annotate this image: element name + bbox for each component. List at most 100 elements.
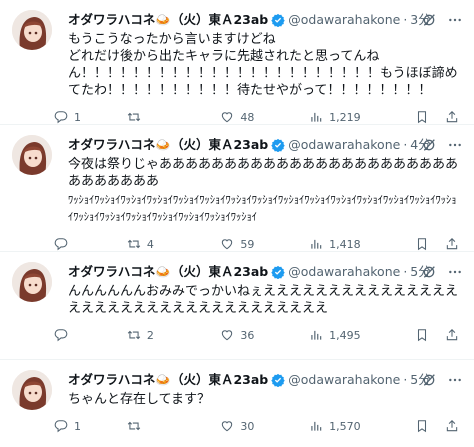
views-button[interactable]: 1,570 bbox=[309, 419, 402, 433]
like-count: 36 bbox=[240, 328, 255, 342]
grok-icon[interactable] bbox=[420, 263, 438, 281]
more-icon[interactable] bbox=[446, 136, 464, 154]
like-button[interactable]: 59 bbox=[220, 237, 309, 251]
like-icon bbox=[220, 419, 234, 433]
avatar[interactable] bbox=[12, 262, 52, 302]
bookmark-button[interactable] bbox=[415, 110, 434, 124]
share-button[interactable] bbox=[445, 110, 464, 124]
retweet-button[interactable]: 2 bbox=[127, 328, 220, 342]
reply-icon bbox=[54, 237, 68, 251]
more-icon[interactable] bbox=[446, 371, 464, 389]
bookmark-icon bbox=[415, 110, 429, 124]
more-icon[interactable] bbox=[446, 11, 464, 29]
retweet-icon bbox=[127, 328, 141, 342]
retweet-count: 4 bbox=[146, 237, 154, 251]
views-button[interactable]: 1,219 bbox=[309, 110, 402, 124]
views-button[interactable]: 1,495 bbox=[309, 328, 402, 342]
bookmark-icon bbox=[415, 419, 429, 433]
tweet-text: ちゃんと存在してます？ bbox=[68, 392, 210, 407]
tweet-header: オダワラハコネ 🍛 （火）東Ａ23ab @odawarahakone · 3分 bbox=[68, 11, 464, 29]
reply-button[interactable] bbox=[54, 328, 127, 342]
tweet-text: 今夜は祭りじゃああああああああああああああああああああああああああああああ bbox=[68, 157, 459, 189]
like-button[interactable]: 30 bbox=[220, 419, 309, 433]
retweet-button[interactable] bbox=[127, 110, 220, 124]
share-icon bbox=[445, 419, 459, 433]
tweet-header: オダワラハコネ 🍛 （火）東Ａ23ab @odawarahakone · 5分 bbox=[68, 263, 464, 281]
views-icon bbox=[309, 328, 323, 342]
tweet-header: オダワラハコネ 🍛 （火）東Ａ23ab @odawarahakone · 5分 bbox=[68, 371, 464, 389]
avatar[interactable] bbox=[12, 370, 52, 410]
share-button[interactable] bbox=[445, 328, 464, 342]
like-count: 30 bbox=[240, 419, 255, 433]
separator-dot: · bbox=[403, 372, 408, 387]
views-button[interactable]: 1,418 bbox=[309, 237, 402, 251]
avatar[interactable] bbox=[12, 135, 52, 175]
retweet-count: 2 bbox=[146, 328, 154, 342]
name-emoji: 🍛 bbox=[155, 264, 171, 279]
share-button[interactable] bbox=[445, 237, 464, 251]
action-bar: 2 36 1,495 bbox=[54, 317, 464, 353]
tweet[interactable]: オダワラハコネ 🍛 （火）東Ａ23ab @odawarahakone · 5分 … bbox=[0, 252, 474, 360]
grok-icon[interactable] bbox=[420, 11, 438, 29]
views-count: 1,570 bbox=[329, 419, 361, 433]
retweet-button[interactable]: 4 bbox=[127, 237, 220, 251]
like-button[interactable]: 48 bbox=[220, 110, 309, 124]
display-name[interactable]: オダワラハコネ bbox=[68, 371, 155, 389]
grok-icon[interactable] bbox=[420, 371, 438, 389]
retweet-icon bbox=[127, 237, 141, 251]
bookmark-icon bbox=[415, 237, 429, 251]
bookmark-button[interactable] bbox=[415, 237, 434, 251]
like-icon bbox=[220, 110, 234, 124]
display-name-suffix[interactable]: （火）東Ａ23ab bbox=[171, 371, 268, 389]
views-count: 1,219 bbox=[329, 110, 361, 124]
display-name[interactable]: オダワラハコネ bbox=[68, 263, 155, 281]
action-bar: 1 30 1,570 bbox=[54, 408, 464, 444]
reply-icon bbox=[54, 110, 68, 124]
name-emoji: 🍛 bbox=[155, 137, 171, 152]
reply-button[interactable] bbox=[54, 237, 127, 251]
views-icon bbox=[309, 237, 323, 251]
tweet-text: んんんんんんおみみでっかいねぇえええええええええええええええええええええええええ… bbox=[68, 284, 459, 316]
share-icon bbox=[445, 328, 459, 342]
tweet[interactable]: オダワラハコネ 🍛 （火）東Ａ23ab @odawarahakone · 4分 … bbox=[0, 125, 474, 252]
reply-button[interactable]: 1 bbox=[54, 110, 127, 124]
views-count: 1,418 bbox=[329, 237, 361, 251]
views-count: 1,495 bbox=[329, 328, 361, 342]
name-emoji: 🍛 bbox=[155, 372, 171, 387]
display-name-suffix[interactable]: （火）東Ａ23ab bbox=[171, 263, 268, 281]
separator-dot: · bbox=[403, 264, 408, 279]
display-name[interactable]: オダワラハコネ bbox=[68, 11, 155, 29]
tweet[interactable]: オダワラハコネ 🍛 （火）東Ａ23ab @odawarahakone · 3分 … bbox=[0, 0, 474, 125]
display-name-suffix[interactable]: （火）東Ａ23ab bbox=[171, 136, 268, 154]
tweet-text-small: ﾜｯｼｮｲﾜｯｼｮｲﾜｯｼｮｲﾜｯｼｮｲﾜｯｼｮｲﾜｯｼｮｲﾜｯｼｮｲﾜｯｼｮｲ… bbox=[68, 194, 457, 223]
tweet-header: オダワラハコネ 🍛 （火）東Ａ23ab @odawarahakone · 4分 bbox=[68, 136, 464, 154]
bookmark-icon bbox=[415, 328, 429, 342]
verified-badge-icon bbox=[271, 13, 285, 27]
verified-badge-icon bbox=[271, 265, 285, 279]
share-button[interactable] bbox=[445, 419, 464, 433]
display-name[interactable]: オダワラハコネ bbox=[68, 136, 155, 154]
verified-badge-icon bbox=[271, 373, 285, 387]
handle[interactable]: @odawarahakone bbox=[288, 371, 400, 389]
like-count: 48 bbox=[240, 110, 255, 124]
like-button[interactable]: 36 bbox=[220, 328, 309, 342]
bookmark-button[interactable] bbox=[415, 419, 434, 433]
bookmark-button[interactable] bbox=[415, 328, 434, 342]
tweet[interactable]: オダワラハコネ 🍛 （火）東Ａ23ab @odawarahakone · 5分 … bbox=[0, 360, 474, 447]
reply-button[interactable]: 1 bbox=[54, 419, 127, 433]
reply-icon bbox=[54, 328, 68, 342]
tweet-text: もうこうなったから言いますけどね どれだけ後から出たキャラに先越されたと思ってん… bbox=[68, 32, 458, 98]
handle[interactable]: @odawarahakone bbox=[288, 136, 400, 154]
name-emoji: 🍛 bbox=[155, 12, 171, 27]
more-icon[interactable] bbox=[446, 263, 464, 281]
handle[interactable]: @odawarahakone bbox=[288, 263, 400, 281]
avatar[interactable] bbox=[12, 10, 52, 50]
share-icon bbox=[445, 110, 459, 124]
grok-icon[interactable] bbox=[420, 136, 438, 154]
retweet-button[interactable] bbox=[127, 419, 220, 433]
verified-badge-icon bbox=[271, 138, 285, 152]
retweet-icon bbox=[127, 110, 141, 124]
display-name-suffix[interactable]: （火）東Ａ23ab bbox=[171, 11, 268, 29]
like-icon bbox=[220, 237, 234, 251]
handle[interactable]: @odawarahakone bbox=[288, 11, 400, 29]
